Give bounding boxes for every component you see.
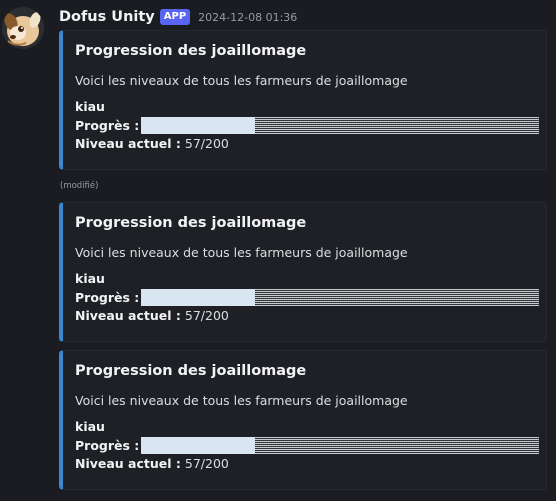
message-timestamp[interactable]: 2024-12-08 01:36 <box>198 11 297 24</box>
embed-title: Progression des joaillomage <box>75 43 307 59</box>
level-value: 57/200 <box>184 136 229 151</box>
embed-card: Progression des joaillomage Voici les ni… <box>59 350 547 490</box>
edited-label: (modifié) <box>60 181 99 191</box>
player-name: kiau <box>75 99 105 114</box>
embed-title: Progression des joaillomage <box>75 215 307 231</box>
progress-bar-remaining <box>254 117 540 134</box>
dog-avatar-icon <box>2 7 44 49</box>
level-field: Niveau actuel : 57/200 <box>75 308 229 323</box>
level-value: 57/200 <box>184 456 229 471</box>
progress-bar-remaining <box>254 289 540 306</box>
player-name: kiau <box>75 419 105 434</box>
embed-description: Voici les niveaux de tous les farmeurs d… <box>75 245 408 260</box>
progress-bar-remaining <box>254 437 540 454</box>
level-label: Niveau actuel : <box>75 308 181 323</box>
progress-label: Progrès : <box>75 290 140 305</box>
level-field: Niveau actuel : 57/200 <box>75 136 229 151</box>
player-name: kiau <box>75 271 105 286</box>
level-field: Niveau actuel : 57/200 <box>75 456 229 471</box>
embed-description: Voici les niveaux de tous les farmeurs d… <box>75 393 408 408</box>
progress-field: Progrès : <box>75 289 540 306</box>
progress-label: Progrès : <box>75 118 140 133</box>
embed-title: Progression des joaillomage <box>75 363 307 379</box>
progress-bar <box>141 289 540 306</box>
progress-bar-fill <box>141 437 255 454</box>
embed-card: Progression des joaillomage Voici les ni… <box>59 30 547 170</box>
level-label: Niveau actuel : <box>75 136 181 151</box>
level-value: 57/200 <box>184 308 229 323</box>
message-container: Dofus Unity APP 2024-12-08 01:36 Progres… <box>0 0 556 501</box>
progress-field: Progrès : <box>75 117 540 134</box>
embed-description: Voici les niveaux de tous les farmeurs d… <box>75 73 408 88</box>
message-header: Dofus Unity APP 2024-12-08 01:36 <box>59 6 297 28</box>
progress-label: Progrès : <box>75 438 140 453</box>
progress-field: Progrès : <box>75 437 540 454</box>
progress-bar <box>141 437 540 454</box>
progress-bar-fill <box>141 117 255 134</box>
progress-bar-fill <box>141 289 255 306</box>
author-name[interactable]: Dofus Unity <box>59 9 155 25</box>
app-badge: APP <box>159 9 191 25</box>
progress-bar <box>141 117 540 134</box>
level-label: Niveau actuel : <box>75 456 181 471</box>
embed-card: Progression des joaillomage Voici les ni… <box>59 202 547 342</box>
bot-avatar[interactable] <box>2 7 44 49</box>
